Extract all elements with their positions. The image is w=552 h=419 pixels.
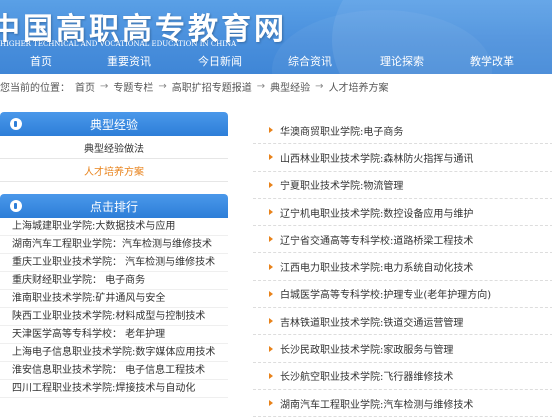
panel-header: 点击排行 xyxy=(0,194,228,218)
article-link[interactable]: 吉林铁道职业技术学院:铁道交通运营管理 xyxy=(280,314,463,329)
info-icon xyxy=(10,118,22,130)
article-link[interactable]: 江西电力职业技术学院:电力系统自动化技术 xyxy=(280,259,473,274)
site-banner: 中国高职高专教育网 HIGHER TECHNICAL AND VOCATIONA… xyxy=(0,0,552,74)
list-item[interactable]: 长沙航空职业技术学院:飞行器维修技术 xyxy=(253,363,552,390)
breadcrumb-separator: → xyxy=(100,80,109,92)
ranking-item[interactable]: 淮安信息职业技术学院： 电子信息工程技术 xyxy=(0,362,228,380)
nav-today-news[interactable]: 今日新闻 xyxy=(198,53,242,69)
ranking-item[interactable]: 四川工程职业技术学院:焊接技术与自动化 xyxy=(0,380,228,398)
ranking-item[interactable]: 湖南汽车工程职业学院：汽车检测与维修技术 xyxy=(0,236,228,254)
triangle-bullet-icon xyxy=(269,127,273,134)
triangle-bullet-icon xyxy=(269,318,273,325)
article-link[interactable]: 湖南汽车工程职业学院:汽车检测与维修技术 xyxy=(280,396,473,411)
triangle-bullet-icon xyxy=(269,181,273,188)
nav-important-news[interactable]: 重要资讯 xyxy=(107,53,151,69)
breadcrumb-expansion[interactable]: 高职扩招专题报道 xyxy=(172,79,252,94)
triangle-bullet-icon xyxy=(269,209,273,216)
list-item[interactable]: 宁夏职业技术学院:物流管理 xyxy=(253,172,552,199)
triangle-bullet-icon xyxy=(269,263,273,270)
panel-title: 典型经验 xyxy=(89,117,138,132)
breadcrumb: 您当前的位置： 首页 → 专题专栏 → 高职扩招专题报道 → 典型经验 → 人才… xyxy=(0,77,552,95)
article-list: 华澳商贸职业学院:电子商务 山西林业职业技术学院:森林防火指挥与通讯 宁夏职业技… xyxy=(253,117,552,418)
breadcrumb-special[interactable]: 专题专栏 xyxy=(113,79,153,94)
sidebar-item-training-plan[interactable]: 人才培养方案 xyxy=(0,159,228,182)
breadcrumb-separator: → xyxy=(315,80,324,92)
list-item[interactable]: 华澳商贸职业学院:电子商务 xyxy=(253,117,552,145)
typical-experience-panel: 典型经验 典型经验做法 人才培养方案 xyxy=(0,112,228,182)
ranking-item[interactable]: 天津医学高等专科学校： 老年护理 xyxy=(0,326,228,344)
list-item[interactable]: 辽宁机电职业技术学院:数控设备应用与维护 xyxy=(253,199,552,227)
article-link[interactable]: 华澳商贸职业学院:电子商务 xyxy=(280,123,403,138)
list-item[interactable]: 江西电力职业技术学院:电力系统自动化技术 xyxy=(253,253,552,281)
triangle-bullet-icon xyxy=(269,345,273,352)
breadcrumb-prefix: 您当前的位置： xyxy=(0,82,70,94)
triangle-bullet-icon xyxy=(269,400,273,407)
breadcrumb-current: 人才培养方案 xyxy=(328,82,389,94)
article-link[interactable]: 山西林业职业技术学院:森林防火指挥与通讯 xyxy=(280,150,473,165)
article-link[interactable]: 白城医学高等专科学校:护理专业(老年护理方向) xyxy=(280,286,491,301)
ranking-list: 上海城建职业学院:大数据技术与应用 湖南汽车工程职业学院：汽车检测与维修技术 重… xyxy=(0,218,228,398)
breadcrumb-experience[interactable]: 典型经验 xyxy=(270,79,310,94)
ranking-item[interactable]: 淮南职业技术学院:矿井通风与安全 xyxy=(0,290,228,308)
article-link[interactable]: 长沙民政职业技术学院:家政服务与管理 xyxy=(280,341,453,356)
sidebar-item-practice[interactable]: 典型经验做法 xyxy=(0,136,228,159)
article-link[interactable]: 宁夏职业技术学院:物流管理 xyxy=(280,177,403,192)
article-link[interactable]: 辽宁省交通高等专科学校:道路桥梁工程技术 xyxy=(280,232,473,247)
article-link[interactable]: 长沙航空职业技术学院:飞行器维修技术 xyxy=(280,368,453,383)
ranking-item[interactable]: 上海电子信息职业技术学院:数字媒体应用技术 xyxy=(0,344,228,362)
nav-home[interactable]: 首页 xyxy=(30,53,52,69)
click-ranking-panel: 点击排行 上海城建职业学院:大数据技术与应用 湖南汽车工程职业学院：汽车检测与维… xyxy=(0,194,228,398)
breadcrumb-separator: → xyxy=(256,80,266,92)
ranking-item[interactable]: 上海城建职业学院:大数据技术与应用 xyxy=(0,218,228,236)
list-item[interactable]: 山西林业职业技术学院:森林防火指挥与通讯 xyxy=(253,144,552,172)
triangle-bullet-icon xyxy=(269,154,273,161)
triangle-bullet-icon xyxy=(269,372,273,379)
breadcrumb-home[interactable]: 首页 xyxy=(75,79,95,94)
ranking-item[interactable]: 陕西工业职业技术学院:材料成型与控制技术 xyxy=(0,308,228,326)
list-item[interactable]: 湖南汽车工程职业学院:汽车检测与维修技术 xyxy=(253,390,552,418)
list-item[interactable]: 白城医学高等专科学校:护理专业(老年护理方向) xyxy=(253,281,552,309)
nav-general-news[interactable]: 综合资讯 xyxy=(288,53,332,69)
breadcrumb-separator: → xyxy=(158,80,167,92)
list-item[interactable]: 吉林铁道职业技术学院:铁道交通运营管理 xyxy=(253,308,552,336)
nav-teaching-reform[interactable]: 教学改革 xyxy=(470,53,514,69)
ranking-item[interactable]: 重庆财经职业学院： 电子商务 xyxy=(0,272,228,290)
triangle-bullet-icon xyxy=(269,290,273,297)
ranking-item[interactable]: 重庆工业职业技术学院： 汽车检测与维修技术 xyxy=(0,254,228,272)
list-item[interactable]: 辽宁省交通高等专科学校:道路桥梁工程技术 xyxy=(253,226,552,254)
nav-theory[interactable]: 理论探索 xyxy=(380,53,424,69)
info-icon xyxy=(10,200,22,212)
article-link[interactable]: 辽宁机电职业技术学院:数控设备应用与维护 xyxy=(280,205,473,220)
panel-title: 点击排行 xyxy=(89,199,138,214)
panel-header: 典型经验 xyxy=(0,112,228,136)
triangle-bullet-icon xyxy=(269,236,273,243)
list-item[interactable]: 长沙民政职业技术学院:家政服务与管理 xyxy=(253,335,552,363)
site-subtitle: HIGHER TECHNICAL AND VOCATIONAL EDUCATIO… xyxy=(0,40,237,48)
main-nav: 首页 重要资讯 今日新闻 综合资讯 理论探索 教学改革 xyxy=(0,50,552,74)
